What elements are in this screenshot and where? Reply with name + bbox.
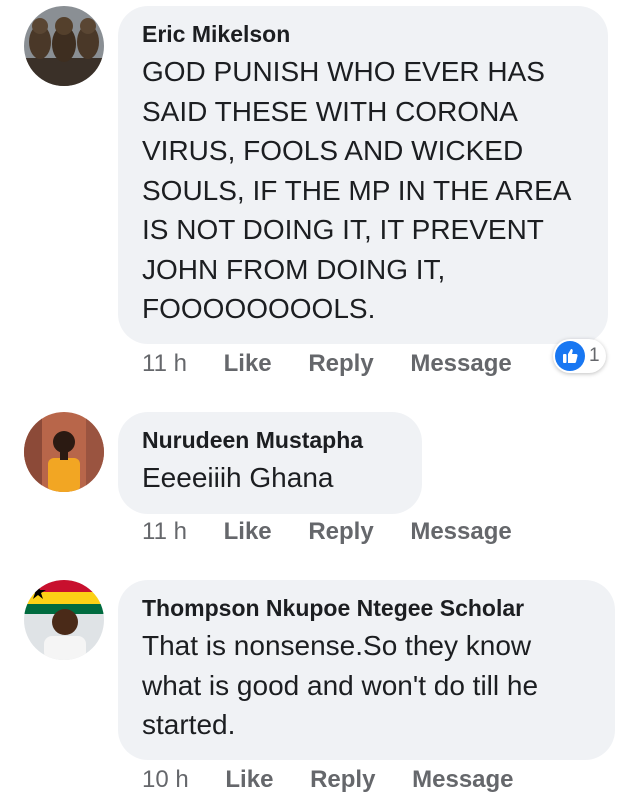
comment-bubble: Thompson Nkupoe Ntegee Scholar That is n…: [118, 580, 615, 760]
comment-text: GOD PUNISH WHO EVER HAS SAID THESE WITH …: [142, 56, 570, 324]
comment-actions: 10 h Like Reply Message: [142, 766, 544, 794]
avatar[interactable]: [24, 580, 104, 660]
comment-bubble: Nurudeen Mustapha Eeeeiiih Ghana: [118, 412, 422, 514]
comment-item: Nurudeen Mustapha Eeeeiiih Ghana 11 h Li…: [0, 412, 640, 562]
comment-timestamp[interactable]: 11 h: [142, 350, 187, 378]
avatar-image: [24, 6, 104, 86]
avatar[interactable]: [24, 412, 104, 492]
comment-text: That is nonsense.So they know what is go…: [142, 630, 539, 740]
like-button[interactable]: Like: [224, 350, 272, 378]
reply-button[interactable]: Reply: [308, 350, 373, 378]
comment-actions: 11 h Like Reply Message: [142, 518, 542, 546]
avatar-image: [24, 412, 104, 492]
thumbs-up-icon: [555, 341, 585, 371]
comment-timestamp[interactable]: 11 h: [142, 518, 187, 546]
avatar-image: [24, 580, 104, 660]
comment-actions: 11 h Like Reply Message: [142, 350, 542, 378]
like-button[interactable]: Like: [225, 766, 273, 794]
comment-text: Eeeeiiih Ghana: [142, 462, 334, 493]
message-button[interactable]: Message: [410, 518, 511, 546]
comment-item: Thompson Nkupoe Ntegee Scholar That is n…: [0, 580, 640, 811]
comment-author[interactable]: Eric Mikelson: [142, 20, 584, 48]
reply-button[interactable]: Reply: [310, 766, 375, 794]
comment-bubble: Eric Mikelson GOD PUNISH WHO EVER HAS SA…: [118, 6, 608, 344]
comment-author[interactable]: Thompson Nkupoe Ntegee Scholar: [142, 594, 591, 622]
message-button[interactable]: Message: [410, 350, 511, 378]
like-button[interactable]: Like: [224, 518, 272, 546]
comment-author[interactable]: Nurudeen Mustapha: [142, 426, 398, 454]
reaction-count: 1: [589, 345, 600, 366]
reply-button[interactable]: Reply: [308, 518, 373, 546]
reaction-summary[interactable]: 1: [553, 339, 606, 373]
comment-item: Eric Mikelson GOD PUNISH WHO EVER HAS SA…: [0, 0, 640, 395]
comment-timestamp[interactable]: 10 h: [142, 766, 189, 794]
message-button[interactable]: Message: [412, 766, 513, 794]
avatar[interactable]: [24, 6, 104, 86]
